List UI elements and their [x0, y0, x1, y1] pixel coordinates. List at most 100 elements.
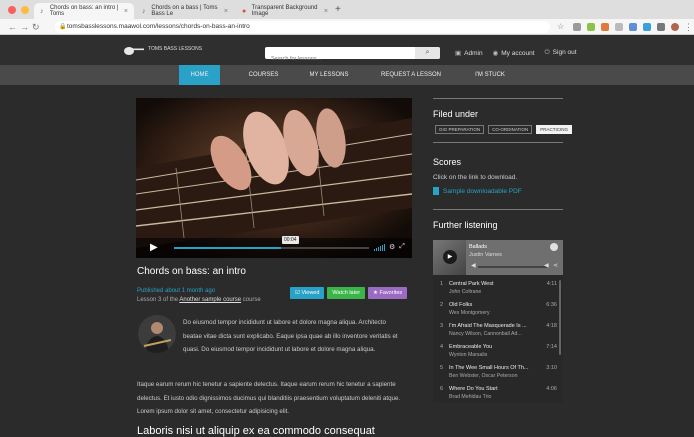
lesson-section-heading: Laboris nisi ut aliquip ex ea commodo co… [137, 425, 375, 437]
tag-practicing[interactable]: PRACTICING [536, 125, 573, 134]
track-row[interactable]: 4 Embraceable You Wynton Marsalis 7:14 [433, 341, 557, 362]
playback-progress-bar[interactable] [478, 266, 548, 268]
video-player[interactable]: ▶ 00:04 ⚙ ⤢ [136, 98, 412, 258]
pdf-link-label: Sample downloadable PDF [443, 187, 522, 195]
spotify-logo-icon [550, 243, 558, 251]
playlist-artist: Justin Varnes [469, 252, 502, 258]
track-duration: 4:11 [546, 281, 557, 287]
tab-close-icon[interactable]: × [224, 8, 228, 15]
watch-later-button[interactable]: Watch later [327, 287, 366, 299]
url-field[interactable]: 🔒 tomsbasslessons.maawol.com/lessons/cho… [55, 21, 550, 33]
power-icon: ⏻ [544, 49, 550, 56]
favorites-button[interactable]: ★ Favorites [368, 287, 408, 299]
video-controls: ▶ 00:04 ⚙ ⤢ [136, 236, 412, 258]
browser-tab-1[interactable]: ♪ Chords on bass: an intro | Toms × [34, 3, 134, 19]
track-duration: 3:10 [546, 365, 557, 371]
bookmark-star-icon[interactable]: ☆ [557, 22, 564, 32]
bass-guitar-icon [124, 47, 144, 55]
tab-close-icon[interactable]: × [124, 8, 128, 15]
browser-tab-2[interactable]: ♪ Chords on a bass | Toms Bass Le × [136, 3, 234, 19]
previous-icon[interactable]: ◀ [471, 263, 476, 269]
extension-icon[interactable] [629, 23, 637, 31]
browser-tab-3[interactable]: ● Transparent Background Image × [236, 3, 334, 19]
nav-courses[interactable]: COURSES [236, 65, 291, 85]
track-title: Central Park West [449, 281, 494, 287]
track-artist: Nancy Wilson, Cannonball Ad... [449, 331, 522, 337]
guitar-favicon-icon: ♪ [40, 7, 44, 15]
tag-gig-preparation[interactable]: GIG PREPARATION [435, 125, 485, 134]
video-progress-bar[interactable]: 00:04 [174, 236, 369, 249]
menu-kebab-icon[interactable]: ⋮ [684, 22, 693, 32]
browser-tab-strip: ♪ Chords on bass: an intro | Toms × ♪ Ch… [0, 0, 694, 19]
nav-home[interactable]: HOME [179, 65, 220, 85]
fullscreen-icon[interactable]: ⤢ [399, 243, 405, 251]
dashboard-icon: ▣ [455, 50, 462, 57]
image-favicon-icon: ● [242, 7, 247, 15]
new-tab-button[interactable]: + [335, 4, 341, 15]
android-extension-icon[interactable] [587, 23, 595, 31]
sidebar-divider [433, 142, 563, 143]
extension-icon[interactable] [643, 23, 651, 31]
track-title: In The Wee Small Hours Of Th... [449, 365, 529, 371]
lesson-meta: Published about 1 month ago Lesson 3 of … [137, 287, 261, 305]
search-button[interactable]: ⌕ [415, 47, 440, 59]
forward-icon[interactable]: → [20, 22, 29, 32]
tab-close-icon[interactable]: × [324, 8, 328, 15]
track-title: I'm Afraid The Masquerade Is ... [449, 323, 527, 329]
spotify-header: ▶ Ballads Justin Varnes ◀ ◀ ⋖ [433, 240, 563, 275]
track-row[interactable]: 6 Where Do You Start Brad Mehldau Trio 4:06 [433, 383, 557, 402]
filed-under-heading: Filed under [433, 109, 479, 119]
close-window-button[interactable] [8, 6, 16, 14]
volume-icon[interactable] [374, 244, 385, 251]
course-link[interactable]: Another sample course [179, 297, 241, 303]
track-row[interactable]: 3 I'm Afraid The Masquerade Is ... Nancy W… [433, 320, 557, 341]
track-row[interactable]: 2 Old Folks Wes Montgomery 6:36 [433, 299, 557, 320]
tab-title: Chords on a bass | Toms Bass Le [151, 5, 218, 17]
published-date: Published about 1 month ago [137, 288, 216, 294]
tag-co-ordination[interactable]: CO-ORDINATION [488, 125, 533, 134]
viewed-button[interactable]: ☑ Viewed [290, 287, 325, 299]
sign-out-link[interactable]: ⏻ Sign out [545, 49, 577, 57]
admin-label: Admin [464, 50, 483, 57]
scores-heading: Scores [433, 157, 462, 167]
extension-icon[interactable] [615, 23, 623, 31]
profile-avatar[interactable] [671, 23, 679, 31]
search-icon: ⌕ [425, 49, 430, 56]
track-row[interactable]: 5 In The Wee Small Hours Of Th... Ben Webs… [433, 362, 557, 383]
tracklist-scrollbar[interactable] [559, 280, 561, 355]
main-content: ▶ 00:04 ⚙ ⤢ Chords on bass: an intro Pub… [0, 85, 694, 437]
track-row[interactable]: 1 Central Park West John Coltrane 4:11 [433, 278, 557, 299]
track-duration: 7:14 [546, 344, 557, 350]
track-number: 4 [440, 344, 444, 350]
lesson-body-paragraph: Itaque earum rerum hic tenetur a sapient… [137, 381, 401, 415]
site-header: TOMS BASS LESSONS ⌕ ▣Admin ◉My account ⏻… [0, 35, 694, 65]
volume-icon[interactable]: ◀ [544, 263, 549, 269]
settings-gear-icon[interactable]: ⚙ [389, 243, 395, 251]
play-icon[interactable]: ▶ [443, 250, 457, 264]
nav-request-lesson[interactable]: REQUEST A LESSON [375, 65, 447, 85]
instructor-avatar [138, 315, 176, 353]
back-icon[interactable]: ← [8, 22, 17, 32]
play-icon[interactable]: ▶ [150, 243, 158, 253]
minimize-window-button[interactable] [21, 6, 29, 14]
share-icon[interactable]: ⋖ [553, 263, 558, 269]
admin-link[interactable]: ▣ Admin [455, 49, 483, 57]
reload-icon[interactable]: ↻ [32, 22, 40, 32]
my-account-link[interactable]: ◉ My account [493, 49, 535, 57]
instructor-photo [138, 315, 176, 353]
track-number: 6 [440, 386, 444, 392]
extension-icon[interactable] [657, 23, 665, 31]
video-progress-fill [174, 247, 282, 249]
track-duration: 6:36 [546, 302, 557, 308]
pdf-download-link[interactable]: Sample downloadable PDF [433, 187, 522, 195]
track-artist: Brad Mehldau Trio [449, 394, 492, 400]
search-input[interactable] [265, 53, 415, 65]
nav-my-lessons[interactable]: MY LESSONS [303, 65, 355, 85]
header-links: ▣ Admin ◉ My account ⏻ Sign out [455, 49, 577, 57]
extension-icon[interactable] [601, 23, 609, 31]
video-frame-image [136, 98, 412, 258]
site-logo[interactable]: TOMS BASS LESSONS [123, 41, 202, 57]
extension-icon[interactable] [573, 23, 581, 31]
file-icon [433, 187, 439, 195]
nav-im-stuck[interactable]: I'M STUCK [470, 65, 510, 85]
